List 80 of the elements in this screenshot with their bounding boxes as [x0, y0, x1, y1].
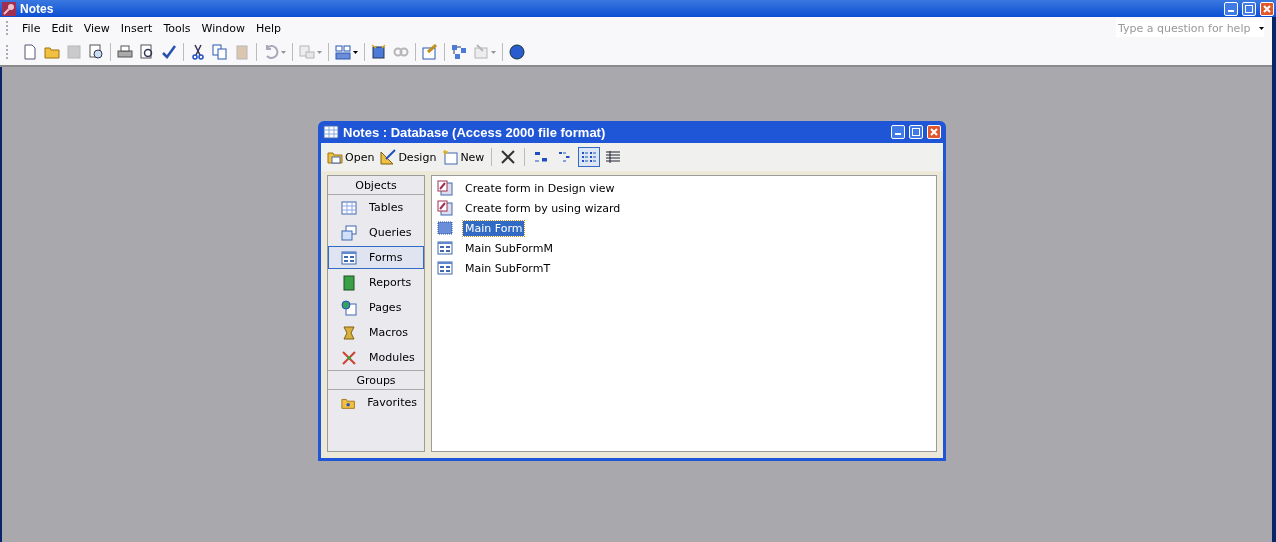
- maximize-icon: [1245, 4, 1253, 13]
- window-title: Notes: [20, 1, 55, 16]
- maximize-icon: [912, 128, 920, 136]
- list-item[interactable]: Main Form: [463, 220, 525, 236]
- toolbar-button[interactable]: New: [440, 149, 487, 165]
- copy-icon: [212, 44, 228, 60]
- object-type-item[interactable]: Reports: [328, 271, 424, 294]
- analyze-icon: [335, 44, 351, 60]
- minimize-button[interactable]: [891, 125, 905, 139]
- object-type-item[interactable]: Macros: [328, 321, 424, 344]
- menu-item[interactable]: Tools: [160, 21, 199, 35]
- caret-icon: [491, 50, 496, 54]
- object-type-item[interactable]: Modules: [328, 346, 424, 369]
- groups-header[interactable]: Groups: [328, 370, 424, 390]
- object-type-item[interactable]: Queries: [328, 221, 424, 244]
- close-button[interactable]: [927, 125, 941, 139]
- scissors-icon: [190, 44, 206, 60]
- list-view-icon: [581, 149, 598, 165]
- wizard-icon: [437, 200, 453, 216]
- relationships-icon: [451, 44, 467, 60]
- toolbar-button[interactable]: Design: [378, 149, 439, 165]
- properties-icon: [422, 44, 438, 60]
- help-search-field[interactable]: Type a question for help: [1116, 19, 1264, 37]
- open-form-icon: [327, 149, 343, 165]
- search-icon: [88, 44, 104, 60]
- printer-icon: [117, 44, 133, 60]
- caret-icon: [353, 50, 358, 54]
- menu-item[interactable]: Help: [252, 21, 289, 35]
- close-icon: [500, 149, 517, 165]
- object-type-item[interactable]: Pages: [328, 296, 424, 319]
- undo-icon: [263, 44, 279, 60]
- preview-icon: [139, 44, 155, 60]
- web-page-icon: [341, 299, 357, 316]
- form-icon: [437, 220, 453, 236]
- maximize-button[interactable]: [909, 125, 923, 139]
- view-button[interactable]: [578, 147, 601, 167]
- menu-item[interactable]: Insert: [117, 21, 161, 35]
- caret-icon: [317, 50, 322, 54]
- menu-item[interactable]: File: [19, 21, 49, 35]
- list-item[interactable]: Main SubFormT: [463, 260, 553, 276]
- wizard-icon: [437, 180, 453, 196]
- menu-item[interactable]: Edit: [48, 21, 81, 35]
- list-item[interactable]: Main SubFormM: [463, 240, 555, 256]
- book-icon: [341, 274, 357, 291]
- clipboard-icon: [234, 44, 250, 60]
- spell-check-icon: [161, 44, 177, 60]
- object-type-item[interactable]: Tables: [328, 196, 424, 219]
- menu-item[interactable]: View: [80, 21, 118, 35]
- office-links-icon: [299, 44, 315, 60]
- database-window-title: Notes : Database (Access 2000 file format): [343, 124, 607, 140]
- table-icon: [323, 124, 339, 140]
- close-button[interactable]: [1260, 1, 1274, 16]
- details-view-icon: [605, 149, 622, 165]
- folder-icon: [44, 44, 60, 60]
- list-item[interactable]: Create form by using wizard: [463, 200, 623, 216]
- restore-button[interactable]: [1242, 1, 1256, 16]
- design-ruler-icon: [380, 149, 397, 165]
- query-icon: [341, 224, 357, 241]
- object-type-item[interactable]: Forms: [328, 246, 424, 269]
- group-item[interactable]: Favorites: [328, 391, 424, 414]
- list-item[interactable]: Create form in Design view: [463, 180, 617, 196]
- close-icon: [930, 128, 938, 136]
- save-icon: [66, 44, 82, 60]
- new-document-icon: [22, 44, 38, 60]
- large-icons-icon: [533, 149, 550, 165]
- form-icon: [341, 249, 357, 266]
- form-icon: [437, 260, 453, 276]
- caret-icon: [1259, 26, 1264, 30]
- new-form-icon: [442, 149, 459, 165]
- toolbar-button[interactable]: [506, 41, 528, 63]
- minimize-button[interactable]: [1224, 1, 1238, 16]
- toolbar-button[interactable]: Open: [325, 149, 377, 165]
- table-icon: [341, 199, 357, 216]
- form-icon: [437, 240, 453, 256]
- objects-header[interactable]: Objects: [328, 176, 424, 195]
- key-icon: [2, 1, 16, 16]
- caret-icon: [281, 50, 286, 54]
- menu-item[interactable]: Window: [198, 21, 253, 35]
- close-icon: [1263, 4, 1271, 13]
- new-object-icon: [473, 44, 489, 60]
